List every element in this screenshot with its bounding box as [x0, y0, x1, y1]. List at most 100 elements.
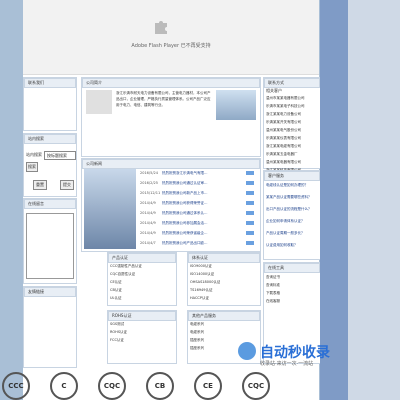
service-item[interactable]: 电缆系列	[190, 330, 204, 335]
tool-link[interactable]: 下载表格	[266, 291, 280, 296]
rohs-header: ROHS认证	[108, 311, 176, 321]
client-link[interactable]: 乐清某某开关有限公司	[266, 120, 301, 125]
search-label: 站内搜索	[26, 152, 42, 157]
news-link[interactable]: 热烈祝贺我公司通过认证审…	[162, 181, 234, 186]
cert-item[interactable]: TS16949认证	[190, 288, 213, 293]
news-date: 2016/2/25	[140, 181, 158, 185]
tools-header: 在线工具	[264, 263, 320, 273]
client-link[interactable]: 乐清某某仪表有限公司	[266, 136, 301, 141]
page-side-band	[320, 0, 348, 400]
service-item[interactable]: 插座系列	[190, 338, 204, 343]
reset-button[interactable]: 重置	[33, 180, 47, 190]
news-link[interactable]: 热烈祝贺我公司获得荣誉证…	[162, 201, 234, 206]
cert-logo: CB	[146, 372, 174, 400]
cert-item[interactable]: HACCP认证	[190, 296, 209, 301]
news-date: 2014/4/7	[140, 241, 156, 245]
clients-subheader: 相关客户	[266, 88, 282, 93]
news-date: 2015/12/11	[140, 191, 161, 195]
cert-logo: C	[50, 372, 78, 400]
message-textarea[interactable]	[26, 213, 74, 279]
new-badge-icon	[246, 191, 254, 195]
new-badge-icon	[246, 221, 254, 225]
message-header: 在线留言	[24, 199, 76, 209]
rohs-item[interactable]: FCC认证	[110, 338, 124, 343]
new-badge-icon	[246, 241, 254, 245]
rohs-item[interactable]: ROHS认证	[110, 330, 127, 335]
faq-link[interactable]: 电缆线认证是如何办理的？	[266, 183, 318, 188]
client-link[interactable]: 浙江某某电力设备公司	[266, 112, 301, 117]
news-link[interactable]: 热烈祝贺我公司新产品上市…	[162, 191, 234, 196]
cert-item[interactable]: CB认证	[110, 288, 122, 293]
client-link[interactable]: 温州某某电器有限公司	[266, 160, 301, 165]
news-link[interactable]: 热烈祝贺我公司通过体系认…	[162, 211, 234, 216]
cert-item[interactable]: ISO9000认证	[190, 264, 212, 269]
rohs-item[interactable]: SGS测试	[110, 322, 124, 327]
flash-message: Adobe Flash Player 已不再受支持	[131, 43, 211, 49]
contact-panel: 联系我们	[23, 77, 77, 131]
product-cert-panel: 产品认证 CCC强制性产品认证 CQC自愿性认证 CE认证 CB认证 UL认证	[107, 252, 177, 306]
page-right-margin	[348, 0, 400, 400]
tool-link[interactable]: 在线客服	[266, 299, 280, 304]
news-link[interactable]: 热烈祝贺我公司参加展会活…	[162, 221, 234, 226]
services-header: 其他产品服务	[188, 311, 260, 321]
new-badge-icon	[246, 211, 254, 215]
new-badge-icon	[246, 171, 254, 175]
cert-item[interactable]: UL认证	[110, 296, 122, 301]
news-link[interactable]: 热烈祝贺我公司产品出口欧…	[162, 241, 234, 246]
news-link[interactable]: 热烈祝贺浙江乐清电气有限…	[162, 171, 234, 176]
client-link[interactable]: 浙江某某电缆有限公司	[266, 144, 301, 149]
tool-link[interactable]: 查询标准	[266, 283, 280, 288]
news-link[interactable]: 热烈祝贺我公司荣获省级企…	[162, 231, 234, 236]
news-panel: 公司新闻 2016/5/24 热烈祝贺浙江乐清电气有限… 2016/2/25 热烈祝贺…	[81, 158, 261, 252]
faq-link[interactable]: 产品认证周期一般多长？	[266, 231, 318, 236]
system-cert-header: 体系认证	[188, 253, 260, 263]
company-panel: 公司简介 浙江乐清市耐天电力设备有限公司，主营电力器材，本公司产品出口，企业管理…	[81, 77, 261, 157]
product-cert-header: 产品认证	[108, 253, 176, 263]
cert-item[interactable]: ISO14000认证	[190, 272, 214, 277]
watermark-title: 自动秒收录	[260, 345, 330, 361]
client-link[interactable]: 乐清市某某电子科技公司	[266, 104, 305, 109]
news-date: 2016/5/24	[140, 171, 158, 175]
contact-header: 联系我们	[24, 78, 76, 88]
client-link[interactable]: 乐清某某五金电器厂	[266, 152, 298, 157]
service-header: 客户服务	[264, 171, 320, 181]
submit-button[interactable]: 提交	[60, 180, 74, 190]
tool-link[interactable]: 查询证书	[266, 275, 280, 280]
contact-info-header: 联系方式	[264, 78, 320, 88]
new-badge-icon	[246, 201, 254, 205]
search-type-select[interactable]: 按标题搜索	[44, 151, 76, 160]
service-item[interactable]: 电缆系列	[190, 322, 204, 327]
client-link[interactable]: 温州市某某电器有限公司	[266, 96, 305, 101]
service-item[interactable]: 插座系列	[190, 346, 204, 351]
watermark-logo-icon	[238, 342, 256, 360]
company-header: 公司简介	[82, 78, 260, 88]
cert-item[interactable]: CCC强制性产品认证	[110, 264, 142, 269]
search-header: 站内搜索	[24, 134, 76, 144]
message-panel: 在线留言	[23, 198, 77, 284]
system-cert-panel: 体系认证 ISO9000认证 ISO14000认证 OHSAS18000认证 TS16…	[187, 252, 261, 306]
faq-link[interactable]: 企业如何申请体系认证？	[266, 219, 318, 224]
link-header: 友情链接	[24, 287, 76, 297]
cert-item[interactable]: CQC自愿性认证	[110, 272, 135, 277]
company-intro: 浙江乐清市耐天电力设备有限公司，主营电力器材，本公司产品出口，企业管理，严格执行…	[116, 91, 211, 107]
faq-link[interactable]: 出口产品认证的流程是什么？	[266, 207, 318, 212]
news-image	[84, 169, 136, 249]
rohs-panel: ROHS认证 SGS测试 ROHS认证 FCC认证	[107, 310, 177, 364]
search-button[interactable]: 搜索	[26, 162, 38, 172]
news-date: 2014/4/9	[140, 221, 156, 225]
contact-info-panel: 联系方式 相关客户 温州市某某电器有限公司 乐清市某某电子科技公司 浙江某某电力设备…	[263, 77, 321, 172]
cert-logo: CCC	[2, 372, 30, 400]
cert-item[interactable]: OHSAS18000认证	[190, 280, 220, 285]
news-date: 2014/4/9	[140, 201, 156, 205]
watermark: 自动秒收录 收录站·来访一次·一流站	[238, 342, 398, 368]
news-date: 2014/4/9	[140, 211, 156, 215]
client-link[interactable]: 温州某某电气股份公司	[266, 128, 301, 133]
faq-link[interactable]: 某某产品认证需要哪些资料？	[266, 195, 318, 200]
plugin-puzzle-icon	[155, 21, 167, 34]
cert-logo: CE	[194, 372, 222, 400]
service-panel: 客户服务 电缆线认证是如何办理的？ 某某产品认证需要哪些资料？ 出口产品认证的流程是…	[263, 170, 321, 260]
watermark-slogan: 收录站·来访一次·一流站	[260, 361, 314, 367]
cert-item[interactable]: CE认证	[110, 280, 122, 285]
flash-placeholder: Adobe Flash Player 已不再受支持	[23, 0, 319, 75]
faq-link[interactable]: 认证费用如何收取？	[266, 243, 318, 248]
